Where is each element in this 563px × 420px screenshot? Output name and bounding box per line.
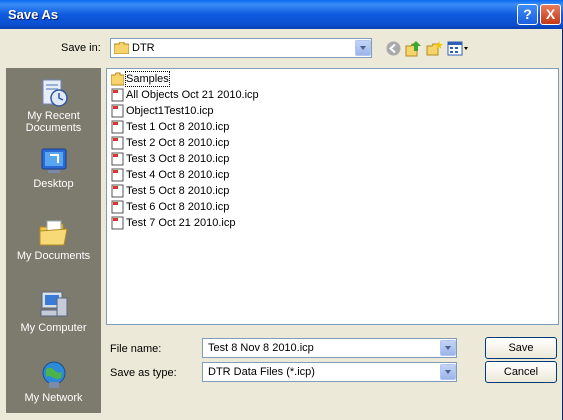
- save-in-dropdown-arrow[interactable]: [355, 40, 371, 56]
- place-desktop[interactable]: Desktop: [6, 146, 101, 190]
- save-as-type-select[interactable]: DTR Data Files (*.icp): [202, 362, 457, 382]
- icp-file-icon: [111, 88, 124, 102]
- list-item-file[interactable]: All Objects Oct 21 2010.icp: [111, 88, 259, 104]
- icp-file-icon: [111, 184, 124, 198]
- list-item-file[interactable]: Object1Test10.icp: [111, 104, 213, 120]
- views-menu-icon[interactable]: [447, 40, 469, 57]
- file-name-dropdown-arrow[interactable]: [440, 340, 456, 356]
- new-folder-icon[interactable]: [426, 40, 443, 57]
- save-as-type-value: DTR Data Files (*.icp): [208, 366, 315, 378]
- help-button[interactable]: ?: [517, 4, 538, 25]
- list-item-file[interactable]: Test 5 Oct 8 2010.icp: [111, 184, 229, 200]
- recent-documents-icon: [42, 79, 68, 107]
- icp-file-icon: [111, 152, 124, 166]
- save-in-label: Save in:: [61, 42, 101, 54]
- icp-file-icon: [111, 120, 124, 134]
- list-item-file[interactable]: Test 4 Oct 8 2010.icp: [111, 168, 229, 184]
- save-in-value: DTR: [132, 42, 155, 54]
- places-bar: My Recent Documents Desktop My Documents: [6, 68, 101, 413]
- list-item-folder[interactable]: Samples: [111, 71, 170, 88]
- file-name: Test 4 Oct 8 2010.icp: [126, 169, 230, 181]
- place-label: My Network: [24, 392, 83, 404]
- place-label: My Recent: [27, 110, 80, 122]
- icp-file-icon: [111, 168, 124, 182]
- my-documents-icon: [39, 220, 68, 246]
- desktop-icon: [41, 148, 66, 173]
- list-item-file[interactable]: Test 3 Oct 8 2010.icp: [111, 152, 229, 168]
- file-name: Test 1 Oct 8 2010.icp: [126, 121, 230, 133]
- file-name: All Objects Oct 21 2010.icp: [126, 89, 259, 101]
- list-item-file[interactable]: Test 1 Oct 8 2010.icp: [111, 120, 229, 136]
- list-item-file[interactable]: Test 2 Oct 8 2010.icp: [111, 136, 229, 152]
- my-network-icon: [42, 361, 65, 388]
- back-icon[interactable]: [385, 40, 402, 57]
- save-button[interactable]: Save: [485, 337, 557, 359]
- icp-file-icon: [111, 104, 124, 118]
- list-item-file[interactable]: Test 7 Oct 21 2010.icp: [111, 216, 235, 232]
- file-name: Test 3 Oct 8 2010.icp: [126, 153, 230, 165]
- icp-file-icon: [111, 136, 124, 150]
- place-my-recent-documents[interactable]: My Recent Documents: [6, 78, 101, 134]
- file-name-input[interactable]: Test 8 Nov 8 2010.icp: [202, 338, 457, 358]
- place-my-computer[interactable]: My Computer: [6, 290, 101, 334]
- place-label: My Documents: [16, 250, 91, 262]
- cancel-button[interactable]: Cancel: [485, 361, 557, 383]
- save-as-type-label: Save as type:: [110, 367, 177, 379]
- file-name-value: Test 8 Nov 8 2010.icp: [208, 342, 314, 354]
- folder-icon: [114, 42, 129, 54]
- save-as-dialog: Save As ? X Save in: DTR My Recent Docum…: [0, 0, 563, 420]
- folder-icon: [111, 72, 124, 86]
- file-name: Test 7 Oct 21 2010.icp: [126, 217, 236, 229]
- icp-file-icon: [111, 216, 124, 230]
- title-bar[interactable]: Save As ? X: [0, 0, 563, 29]
- place-my-documents[interactable]: My Documents: [6, 218, 101, 262]
- file-name: Samples: [125, 71, 170, 87]
- file-name: Object1Test10.icp: [126, 105, 214, 117]
- icp-file-icon: [111, 200, 124, 214]
- close-button[interactable]: X: [540, 4, 561, 25]
- file-name: Test 2 Oct 8 2010.icp: [126, 137, 230, 149]
- place-label: My Computer: [20, 322, 87, 334]
- save-in-dropdown[interactable]: DTR: [110, 38, 372, 58]
- file-name: Test 5 Oct 8 2010.icp: [126, 185, 230, 197]
- place-my-network[interactable]: My Network: [6, 360, 101, 404]
- up-folder-icon[interactable]: [405, 40, 422, 57]
- list-item-file[interactable]: Test 6 Oct 8 2010.icp: [111, 200, 229, 216]
- file-name: Test 6 Oct 8 2010.icp: [126, 201, 230, 213]
- place-label: Documents: [25, 122, 82, 134]
- file-list[interactable]: Samples All Objects Oct 21 2010.icp Obje…: [106, 68, 559, 325]
- save-as-type-dropdown-arrow[interactable]: [440, 364, 456, 380]
- file-name-label: File name:: [110, 343, 162, 355]
- window-title: Save As: [8, 7, 59, 22]
- my-computer-icon: [40, 291, 67, 317]
- place-label: Desktop: [33, 178, 74, 190]
